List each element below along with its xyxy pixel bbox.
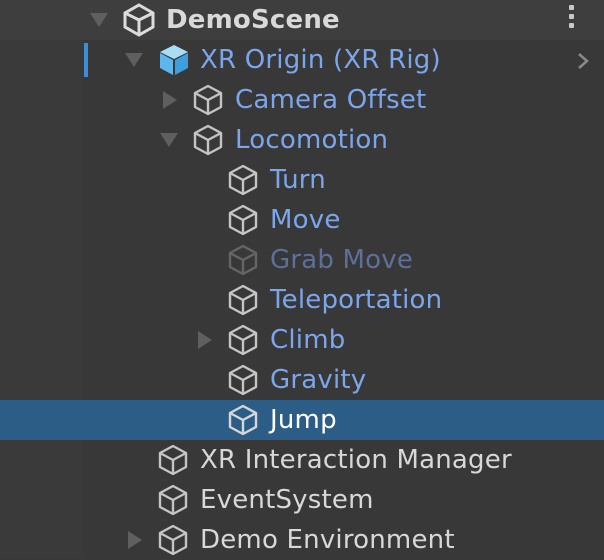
- hierarchy-item-eventsystem[interactable]: EventSystem: [0, 480, 604, 520]
- kebab-menu-icon[interactable]: [566, 5, 576, 35]
- hierarchy-item-demo-environment[interactable]: Demo Environment: [0, 520, 604, 560]
- hierarchy-item-label: Grab Move: [270, 245, 414, 275]
- gameobject-cube-icon: [158, 484, 188, 516]
- gameobject-cube-icon: [228, 204, 258, 236]
- hierarchy-item-label: EventSystem: [200, 485, 374, 515]
- hierarchy-item-xr-origin[interactable]: XR Origin (XR Rig): [0, 40, 604, 80]
- gameobject-cube-icon: [193, 84, 223, 116]
- scene-name: DemoScene: [166, 5, 340, 35]
- gameobject-cube-icon: [158, 444, 188, 476]
- gameobject-cube-icon: [228, 324, 258, 356]
- gameobject-cube-icon: [228, 364, 258, 396]
- foldout-arrow-icon[interactable]: [160, 133, 178, 147]
- scene-foldout-arrow-icon[interactable]: [90, 13, 108, 27]
- chevron-right-icon[interactable]: [576, 52, 590, 70]
- hierarchy-item-gravity[interactable]: Gravity: [0, 360, 604, 400]
- hierarchy-item-turn[interactable]: Turn: [0, 160, 604, 200]
- gameobject-cube-icon: [158, 524, 188, 556]
- hierarchy-item-label: Jump: [270, 405, 337, 435]
- hierarchy-item-label: Move: [270, 205, 341, 235]
- foldout-arrow-icon[interactable]: [163, 91, 177, 109]
- hierarchy-item-xr-interaction-manager[interactable]: XR Interaction Manager: [0, 440, 604, 480]
- hierarchy-item-label: XR Origin (XR Rig): [200, 45, 441, 75]
- hierarchy-item-label: Demo Environment: [200, 525, 455, 555]
- hierarchy-item-label: Turn: [270, 165, 326, 195]
- hierarchy-item-jump[interactable]: Jump: [0, 400, 604, 440]
- prefab-indicator-bar: [84, 43, 88, 77]
- hierarchy-item-label: Teleportation: [270, 285, 443, 315]
- gameobject-cube-icon: [228, 244, 258, 276]
- foldout-arrow-icon[interactable]: [198, 331, 212, 349]
- scene-header-row[interactable]: DemoScene: [0, 0, 604, 40]
- prefab-cube-icon: [160, 45, 188, 75]
- unity-logo-icon: [123, 3, 155, 37]
- gameobject-cube-icon: [228, 284, 258, 316]
- gameobject-cube-icon: [228, 404, 258, 436]
- hierarchy-item-locomotion[interactable]: Locomotion: [0, 120, 604, 160]
- hierarchy-item-label: Camera Offset: [235, 85, 427, 115]
- hierarchy-item-label: Climb: [270, 325, 346, 355]
- hierarchy-item-climb[interactable]: Climb: [0, 320, 604, 360]
- hierarchy-item-grab-move[interactable]: Grab Move: [0, 240, 604, 280]
- hierarchy-item-label: Locomotion: [235, 125, 389, 155]
- hierarchy-item-camera-offset[interactable]: Camera Offset: [0, 80, 604, 120]
- foldout-arrow-icon[interactable]: [125, 53, 143, 67]
- gameobject-cube-icon: [228, 164, 258, 196]
- hierarchy-item-teleportation[interactable]: Teleportation: [0, 280, 604, 320]
- hierarchy-item-move[interactable]: Move: [0, 200, 604, 240]
- foldout-arrow-icon[interactable]: [128, 531, 142, 549]
- gameobject-cube-icon: [193, 124, 223, 156]
- hierarchy-item-label: XR Interaction Manager: [200, 445, 512, 475]
- hierarchy-item-label: Gravity: [270, 365, 367, 395]
